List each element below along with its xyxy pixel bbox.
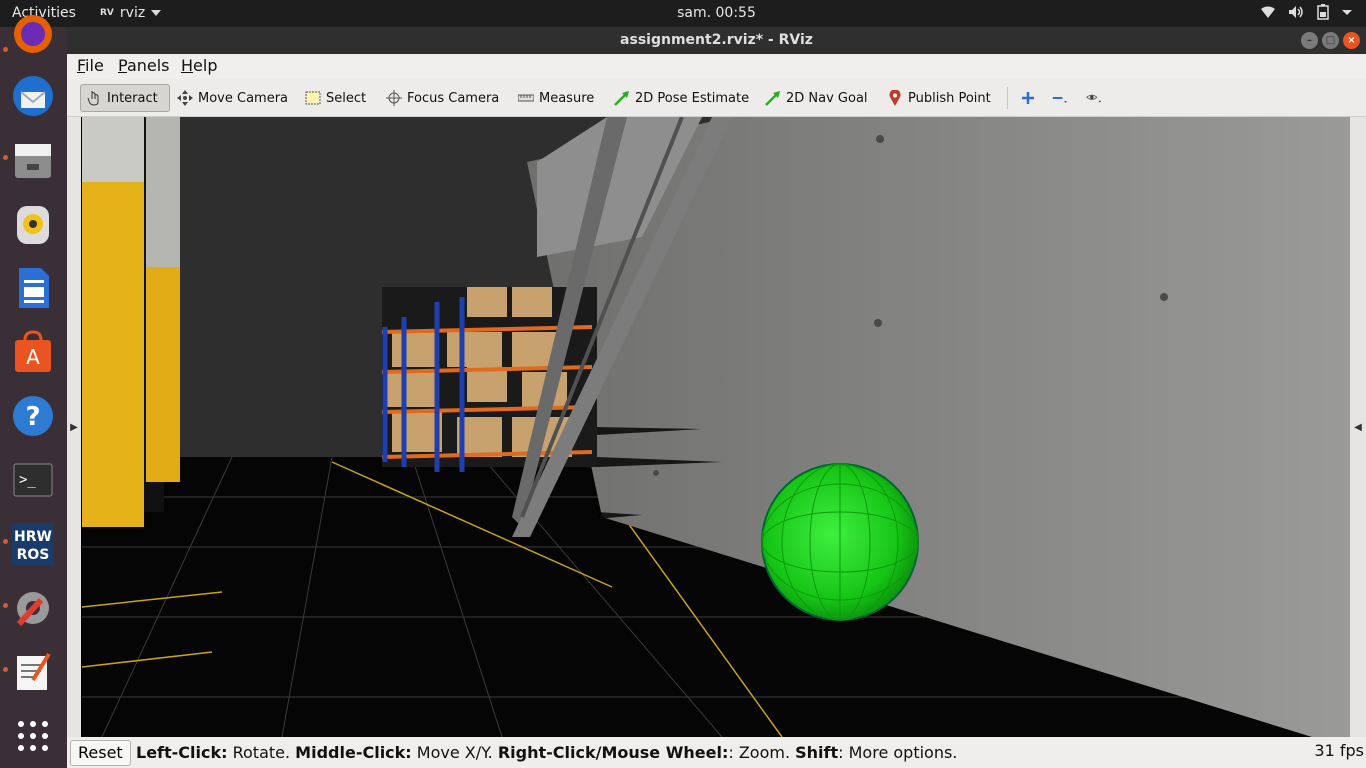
dock: A ? >_ HRW ROS <box>0 15 67 768</box>
left-panel-toggle[interactable]: ▶ <box>67 117 81 737</box>
menu-file[interactable]: File <box>77 56 104 75</box>
running-indicator <box>3 539 8 544</box>
crosshair-icon <box>386 90 402 106</box>
running-indicator <box>3 47 8 52</box>
map-pin-icon <box>887 90 903 106</box>
chevron-left-icon: ◀ <box>1354 421 1362 433</box>
firefox-icon[interactable] <box>10 11 56 57</box>
scene-render <box>82 117 1350 737</box>
libreoffice-writer-icon[interactable] <box>10 265 56 311</box>
terminal-icon[interactable]: >_ <box>10 457 56 503</box>
close-button[interactable]: × <box>1343 32 1360 49</box>
selection-box-icon <box>305 90 321 106</box>
hint-middle-action: Move X/Y. <box>411 743 498 762</box>
measure-tool-button[interactable]: Measure <box>513 84 599 112</box>
status-hint: Left-Click: Rotate. Middle-Click: Move X… <box>136 743 957 762</box>
publish-point-tool-button[interactable]: Publish Point <box>882 84 996 112</box>
rhythmbox-icon[interactable] <box>10 201 56 247</box>
minimize-button[interactable]: – <box>1301 32 1318 49</box>
svg-text:A: A <box>26 345 40 369</box>
menu-help[interactable]: Help <box>181 56 217 75</box>
files-icon[interactable] <box>10 137 56 183</box>
hrwros-icon[interactable]: HRW ROS <box>10 521 56 567</box>
move-camera-tool-button[interactable]: Move Camera <box>172 84 293 112</box>
hint-shift-key: Shift <box>795 743 839 762</box>
publish-point-label: Publish Point <box>908 90 991 106</box>
toolbar-separator <box>1007 87 1008 109</box>
menu-file-mnemonic: F <box>77 56 86 75</box>
minus-icon <box>1052 90 1068 106</box>
2d-nav-goal-label: 2D Nav Goal <box>786 90 868 106</box>
svg-text:HRW: HRW <box>14 529 52 545</box>
chevron-right-icon: ▶ <box>70 421 78 433</box>
green-arrow-icon <box>614 90 630 106</box>
2d-pose-estimate-label: 2D Pose Estimate <box>635 90 750 106</box>
menu-help-label: elp <box>193 56 218 75</box>
running-indicator <box>3 603 8 608</box>
right-panel-toggle[interactable]: ◀ <box>1350 117 1366 737</box>
focus-camera-tool-button[interactable]: Focus Camera <box>381 84 504 112</box>
menu-panels-mnemonic: P <box>118 56 127 75</box>
menu-help-mnemonic: H <box>181 56 194 75</box>
hint-left-key: Left-Click: <box>136 743 228 762</box>
running-indicator <box>3 155 8 160</box>
help-icon[interactable]: ? <box>10 393 56 439</box>
2d-pose-estimate-tool-button[interactable]: 2D Pose Estimate <box>609 84 754 112</box>
hand-pointer-icon <box>86 90 102 106</box>
select-label: Select <box>326 90 367 106</box>
interact-label: Interact <box>107 90 158 106</box>
system-menu-chevron-icon <box>1342 10 1352 15</box>
menu-panels[interactable]: Panels <box>118 56 170 75</box>
add-tool-button[interactable] <box>1015 84 1041 112</box>
hint-left-action: Rotate. <box>227 743 296 762</box>
status-bar: Reset Left-Click: Rotate. Middle-Click: … <box>67 737 1366 768</box>
reset-button[interactable]: Reset <box>70 740 131 766</box>
select-tool-button[interactable]: Select <box>300 84 371 112</box>
settings-tools-icon[interactable] <box>10 585 56 631</box>
eye-icon <box>1086 90 1102 106</box>
fps-counter: 31 fps <box>1314 741 1364 760</box>
top-bar: Activities RV rviz sam. 00:55 <box>0 0 1366 27</box>
remove-tool-button[interactable] <box>1047 84 1073 112</box>
hint-middle-key: Middle-Click: <box>295 743 412 762</box>
speaker-icon <box>1289 6 1303 18</box>
hint-shift-action: : More options. <box>838 743 958 762</box>
tools-toolbar: Interact Move Camera Select Focus Camera… <box>67 79 1366 117</box>
svg-text:>_: >_ <box>19 472 36 488</box>
2d-nav-goal-tool-button[interactable]: 2D Nav Goal <box>760 84 873 112</box>
window-title: assignment2.rviz* - RViz <box>620 32 813 48</box>
yellow-pillars <box>82 117 180 527</box>
svg-text:?: ? <box>25 402 40 432</box>
ruler-icon <box>518 90 534 106</box>
maximize-button[interactable]: □ <box>1322 32 1339 49</box>
text-editor-icon[interactable] <box>10 649 56 695</box>
running-indicator <box>3 667 8 672</box>
interact-tool-button[interactable]: Interact <box>80 84 170 112</box>
hint-right-key: Right-Click/Mouse Wheel: <box>497 743 729 762</box>
render-panel-3d-view[interactable] <box>82 117 1350 737</box>
svg-text:ROS: ROS <box>17 547 50 563</box>
battery-icon <box>1317 4 1329 20</box>
move-arrows-icon <box>177 90 193 106</box>
menu-bar: File Panels Help <box>67 54 1366 79</box>
measure-label: Measure <box>539 90 595 106</box>
thunderbird-icon[interactable] <box>10 73 56 119</box>
view-options-button[interactable] <box>1081 84 1107 112</box>
menu-panels-label: anels <box>126 56 170 75</box>
green-arrow-icon <box>765 90 781 106</box>
system-tray[interactable] <box>1260 4 1352 20</box>
ubuntu-software-icon[interactable]: A <box>10 329 56 375</box>
hint-right-action: : Zoom. <box>728 743 796 762</box>
clock[interactable]: sam. 00:55 <box>0 5 1366 21</box>
plus-icon <box>1020 90 1036 106</box>
window-titlebar[interactable]: assignment2.rviz* - RViz – □ × <box>67 27 1366 54</box>
focus-camera-label: Focus Camera <box>407 90 500 106</box>
green-sphere-marker <box>761 463 919 621</box>
menu-file-label: ile <box>85 56 104 75</box>
app-grid-icon[interactable] <box>10 713 56 759</box>
move-camera-label: Move Camera <box>198 90 289 106</box>
wifi-icon <box>1261 6 1275 18</box>
